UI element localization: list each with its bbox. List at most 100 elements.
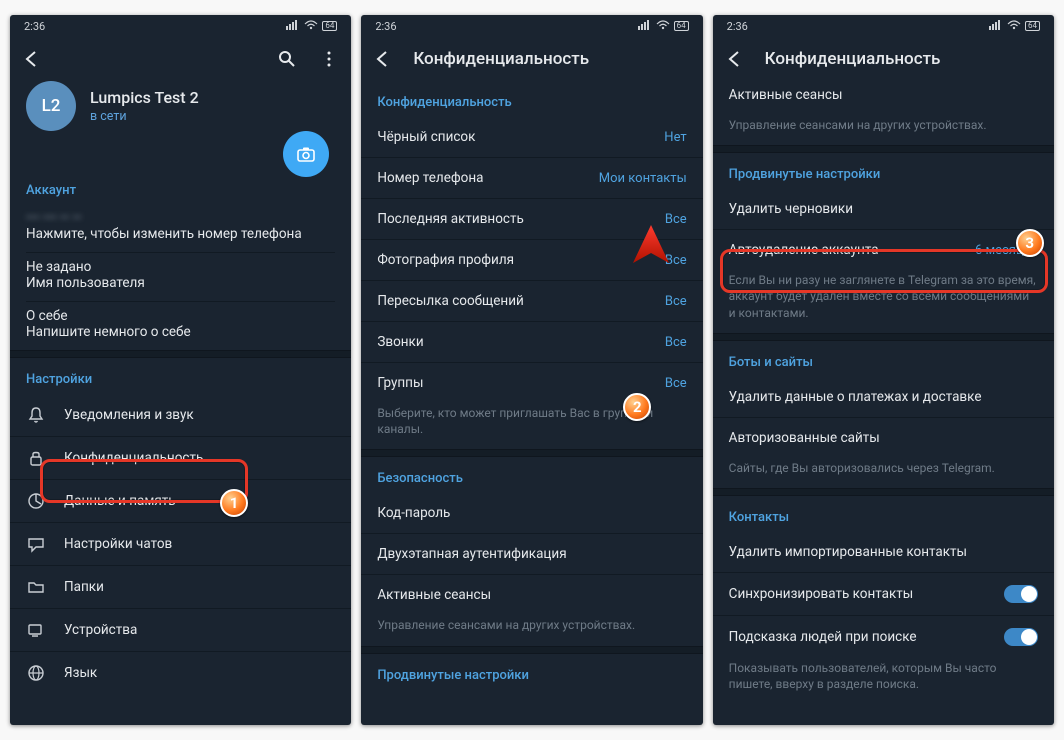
avatar[interactable]: L2 — [26, 81, 76, 131]
security-twostep[interactable]: Двухэтапная аутентификация — [361, 533, 702, 574]
settings-data[interactable]: Данные и память — [10, 479, 351, 522]
phone-number-row[interactable]: ••• ••• •• •• Нажмите, чтобы изменить но… — [10, 204, 351, 252]
phone-number-hint: Нажмите, чтобы изменить номер телефона — [26, 226, 335, 242]
settings-item-label: Устройства — [64, 622, 137, 638]
toggle-sync-contacts[interactable] — [1004, 585, 1038, 603]
advanced-drafts[interactable]: Удалить черновики — [713, 188, 1054, 229]
status-bar: 2:36 64 — [361, 15, 702, 37]
row-label: Чёрный список — [377, 129, 475, 145]
settings-folders[interactable]: Папки — [10, 565, 351, 608]
back-button[interactable] — [371, 47, 395, 71]
privacy-lastseen[interactable]: Последняя активностьВсе — [361, 198, 702, 239]
wifi-icon — [304, 20, 318, 33]
status-bar: 2:36 64 — [713, 15, 1054, 37]
row-label: Подсказка людей при поиске — [729, 629, 917, 645]
sessions-hint: Управление сеансами на других устройства… — [713, 115, 1054, 145]
settings-language[interactable]: Язык — [10, 651, 351, 694]
sessions-hint: Управление сеансами на других устройства… — [361, 615, 702, 645]
section-contacts-header: Контакты — [713, 496, 1054, 531]
step-badge-3: 3 — [1016, 229, 1044, 257]
privacy-groups[interactable]: Группы Все — [361, 362, 702, 403]
bio-row[interactable]: О себе Напишите немного о себе — [10, 302, 351, 350]
settings-devices[interactable]: Устройства — [10, 608, 351, 651]
groups-hint: Выберите, кто может приглашать Вас в гру… — [361, 403, 702, 449]
bots-payments[interactable]: Удалить данные о платежах и доставке — [713, 376, 1054, 417]
status-time: 2:36 — [24, 20, 45, 33]
advanced-autodelete[interactable]: Автоудаление аккаунта6 месяцев — [713, 229, 1054, 270]
privacy-forward[interactable]: Пересылка сообщенийВсе — [361, 280, 702, 321]
privacy-calls[interactable]: Звонки Все — [361, 321, 702, 362]
bots-auth-sites[interactable]: Авторизованные сайты — [713, 417, 1054, 458]
row-label: Автоудаление аккаунта — [729, 242, 879, 258]
titlebar: Конфиденциальность — [361, 37, 702, 81]
contacts-suggest[interactable]: Подсказка людей при поиске — [713, 615, 1054, 658]
battery-indicator: 64 — [1025, 21, 1040, 32]
phone-privacy-top: 2:36 64 Конфиденциальность Конфиденциаль… — [361, 15, 702, 725]
search-button[interactable] — [275, 47, 299, 71]
phone-privacy-bottom: 2:36 64 Конфиденциальность Активные сеан… — [713, 15, 1054, 725]
section-advanced-header: Продвинутые настройки — [361, 654, 702, 689]
settings-privacy[interactable]: Конфиденциальность — [10, 436, 351, 479]
settings-chat[interactable]: Настройки чатов — [10, 522, 351, 565]
section-privacy-header: Конфиденциальность — [361, 81, 702, 116]
row-label: Авторизованные сайты — [729, 430, 880, 446]
row-label: Удалить данные о платежах и доставке — [729, 389, 982, 405]
row-label: Удалить черновики — [729, 201, 853, 217]
settings-item-label: Данные и память — [64, 493, 176, 509]
security-sessions[interactable]: Активные сеансы — [361, 574, 702, 615]
devices-icon — [26, 621, 46, 639]
bio-value: О себе — [26, 308, 335, 324]
profile-name: Lumpics Test 2 — [90, 88, 199, 107]
signal-icon — [286, 20, 300, 33]
section-security-header: Безопасность — [361, 457, 702, 492]
signal-icon — [638, 20, 652, 33]
privacy-blacklist[interactable]: Чёрный список Нет — [361, 116, 702, 157]
section-advanced-header: Продвинутые настройки — [713, 153, 1054, 188]
privacy-photo[interactable]: Фотография профиля Все — [361, 239, 702, 280]
back-button[interactable] — [723, 47, 747, 71]
row-label: Звонки — [377, 334, 423, 350]
settings-notifications[interactable]: Уведомления и звук — [10, 393, 351, 436]
phone-number-value: ••• ••• •• •• — [26, 210, 335, 226]
row-value: Все — [665, 253, 687, 268]
row-label: Группы — [377, 375, 423, 391]
wifi-icon — [656, 20, 670, 33]
username-value: Не задано — [26, 259, 335, 275]
row-value: Все — [665, 376, 687, 391]
section-settings-header: Настройки — [10, 358, 351, 393]
row-label: Фотография профиля — [377, 252, 514, 268]
more-button[interactable] — [317, 47, 341, 71]
page-title: Конфиденциальность — [413, 49, 692, 69]
row-value: Все — [665, 294, 687, 309]
phone-settings: 2:36 64 L2 Lumpics Test 2 в сети — [10, 15, 351, 725]
profile-header: L2 Lumpics Test 2 в сети — [10, 81, 351, 155]
autodelete-hint: Если Вы ни разу не заглянете в Telegram … — [713, 270, 1054, 333]
globe-icon — [26, 664, 46, 682]
row-label: Удалить импортированные контакты — [729, 544, 967, 560]
data-icon — [26, 492, 46, 510]
settings-item-label: Уведомления и звук — [64, 407, 194, 423]
folder-icon — [26, 578, 46, 596]
back-button[interactable] — [20, 47, 44, 71]
battery-indicator: 64 — [322, 21, 337, 32]
step-badge-1: 1 — [220, 489, 248, 517]
row-value: Нет — [664, 130, 686, 145]
row-label: Код-пароль — [377, 505, 450, 521]
security-passcode[interactable]: Код-пароль — [361, 492, 702, 533]
bio-hint: Напишите немного о себе — [26, 324, 335, 340]
toggle-suggest[interactable] — [1004, 628, 1038, 646]
row-label: Активные сеансы — [729, 87, 843, 103]
privacy-phone[interactable]: Номер телефонаМои контакты — [361, 157, 702, 198]
contacts-sync[interactable]: Синхронизировать контакты — [713, 572, 1054, 615]
settings-item-label: Настройки чатов — [64, 536, 172, 552]
titlebar: Конфиденциальность — [713, 37, 1054, 81]
change-photo-button[interactable] — [283, 131, 329, 177]
security-sessions[interactable]: Активные сеансы — [713, 81, 1054, 115]
contacts-delete-imported[interactable]: Удалить импортированные контакты — [713, 531, 1054, 572]
settings-item-label: Конфиденциальность — [64, 450, 203, 466]
username-row[interactable]: Не задано Имя пользователя — [10, 253, 351, 301]
auth-sites-hint: Сайты, где Вы авторизовались через Teleg… — [713, 458, 1054, 488]
row-value: Все — [665, 335, 687, 350]
row-label: Номер телефона — [377, 170, 483, 186]
row-label: Активные сеансы — [377, 587, 491, 603]
